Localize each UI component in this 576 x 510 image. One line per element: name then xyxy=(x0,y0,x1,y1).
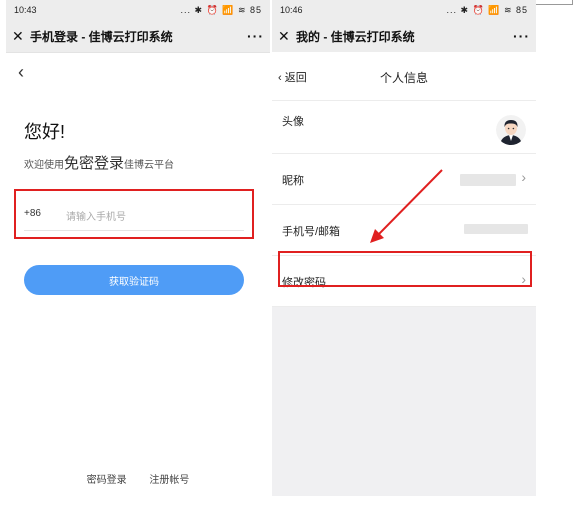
phone-field-highlight xyxy=(14,189,254,239)
status-time: 10:43 xyxy=(14,5,37,15)
country-code[interactable]: +86 xyxy=(24,208,41,219)
phone-input[interactable]: 请输入手机号 xyxy=(66,208,126,223)
profile-screen: 10:46 ... ✱ ⏰ 📶 ≋ 85 ✕ 我的 - 佳博云打印系统 ··· … xyxy=(272,0,536,496)
password-login-link[interactable]: 密码登录 xyxy=(87,475,127,486)
close-icon[interactable]: ✕ xyxy=(12,28,30,45)
window-title: 手机登录 - 佳博云打印系统 xyxy=(30,29,173,44)
register-link[interactable]: 注册帐号 xyxy=(149,475,189,486)
get-code-button[interactable]: 获取验证码 xyxy=(24,265,244,295)
welcome-highlight: 免密登录 xyxy=(64,155,125,172)
welcome-suffix: 佳博云平台 xyxy=(124,160,175,171)
welcome-prefix: 欢迎使用 xyxy=(24,160,64,171)
annotation-arrow-icon xyxy=(370,169,443,243)
bottom-links: 密码登录 注册帐号 xyxy=(6,471,270,486)
status-icons: ... ✱ ⏰ 📶 ≋ 85 xyxy=(180,4,262,15)
more-menu-icon[interactable]: ··· xyxy=(247,28,264,44)
status-bar: 10:43 ... ✱ ⏰ 📶 ≋ 85 xyxy=(6,0,270,20)
login-screen: 10:43 ... ✱ ⏰ 📶 ≋ 85 ✕ 手机登录 - 佳博云打印系统 ··… xyxy=(6,0,270,496)
greeting-heading: 您好! xyxy=(24,122,66,142)
title-bar: ✕ 手机登录 - 佳博云打印系统 ··· xyxy=(6,20,270,53)
back-icon[interactable]: ‹ xyxy=(18,62,24,83)
welcome-text: 欢迎使用免密登录佳博云平台 xyxy=(24,152,174,173)
phone-input-underline xyxy=(24,230,244,231)
